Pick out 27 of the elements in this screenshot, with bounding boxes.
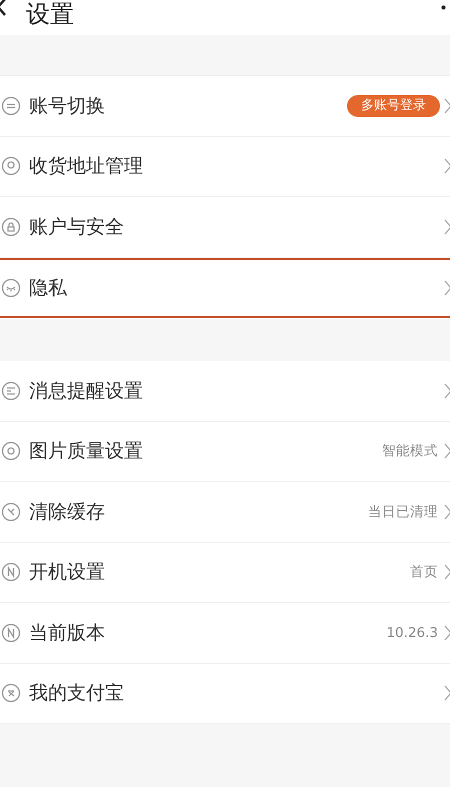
eye-icon — [1, 278, 21, 298]
dot-icon — [441, 5, 446, 10]
row-value: 智能模式 — [382, 442, 438, 462]
row-label: 账号切换 — [29, 94, 105, 118]
page-title: 设置 — [26, 1, 74, 28]
row-value: 10.26.3 — [386, 624, 438, 643]
settings-row[interactable]: 我的支付宝 — [0, 664, 450, 724]
row-value: 首页 — [410, 563, 438, 582]
settings-row[interactable]: 图片质量设置 智能模式 — [0, 422, 450, 482]
n-icon — [1, 622, 21, 643]
settings-row[interactable]: 隐私 — [0, 258, 450, 318]
row-label: 收货地址管理 — [29, 154, 143, 179]
settings-row[interactable]: 开机设置 首页 — [0, 542, 450, 603]
settings-row[interactable]: 收货地址管理 — [0, 136, 450, 197]
n-icon — [1, 562, 21, 582]
row-label: 账户与安全 — [29, 214, 124, 240]
row-label: 隐私 — [29, 276, 67, 300]
row-label: 消息提醒设置 — [29, 378, 143, 404]
row-value: 当日已清理 — [368, 502, 438, 522]
lock-icon — [1, 216, 21, 237]
multi-account-tag: 多账号登录 — [347, 95, 440, 116]
row-label: 开机设置 — [29, 560, 105, 585]
row-label: 图片质量设置 — [29, 439, 143, 464]
row-label: 我的支付宝 — [29, 681, 124, 706]
menu-icon — [1, 96, 21, 116]
row-label: 当前版本 — [29, 620, 105, 646]
row-label: 清除缓存 — [29, 500, 105, 524]
